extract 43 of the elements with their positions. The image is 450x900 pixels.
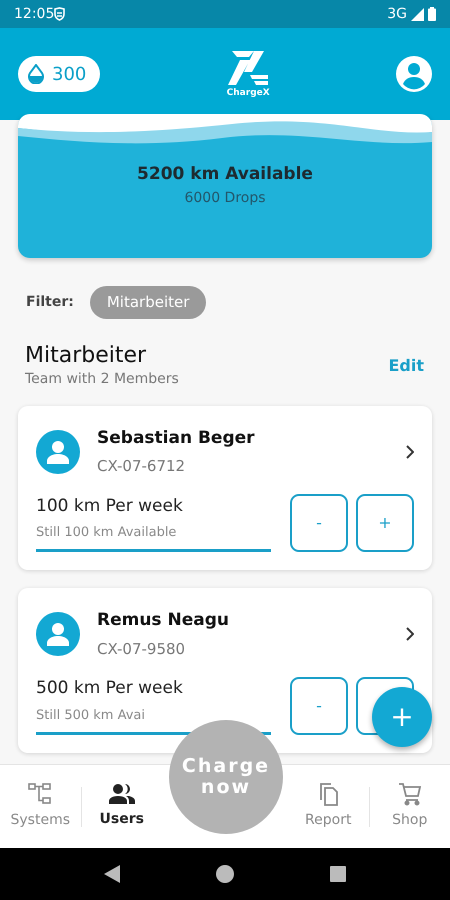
back-icon[interactable] <box>104 865 120 883</box>
profile-icon[interactable] <box>396 56 432 92</box>
drops-total: 6000 Drops <box>183 188 267 208</box>
decrease-button[interactable]: - <box>290 676 348 735</box>
person-icon <box>47 622 69 646</box>
logo-icon <box>228 50 268 84</box>
member-name: Remus Neagu <box>97 609 230 632</box>
increase-button[interactable]: + <box>356 494 414 552</box>
edit-link[interactable]: Edit <box>388 354 424 378</box>
member-id: CX-07-6712 <box>97 456 186 478</box>
chevron-right-icon[interactable] <box>406 627 414 642</box>
filter-label: Filter: <box>26 292 74 312</box>
person-icon <box>47 440 69 464</box>
drop-icon <box>28 64 44 84</box>
shield-icon <box>54 7 66 21</box>
home-icon[interactable] <box>216 865 234 883</box>
battery-icon <box>428 7 436 21</box>
nav-tab[interactable]: Shop <box>370 782 450 831</box>
filter-chip[interactable]: Mitarbeiter <box>90 286 206 318</box>
chevron-right-icon[interactable] <box>406 444 414 459</box>
cart-icon <box>398 782 422 806</box>
status-time: 12:05 <box>14 4 54 24</box>
member-name: Sebastian Beger <box>97 426 256 450</box>
available-distance: 5200 km Available <box>136 163 314 186</box>
member-card[interactable]: Sebastian Beger CX-07-6712 100 km Per week Still 100 km Available - + <box>18 406 432 570</box>
network-type: 3G <box>387 4 407 24</box>
remaining-text: Still 500 km Avai <box>36 706 145 725</box>
decrease-button[interactable]: - <box>290 494 348 552</box>
signal-icon <box>411 8 424 20</box>
documents-icon <box>317 782 340 806</box>
remaining-text: Still 100 km Available <box>36 524 176 542</box>
users-icon <box>108 783 135 805</box>
nav-tab[interactable]: Users <box>82 783 162 830</box>
member-id: CX-07-9580 <box>97 638 186 660</box>
team-title: Mitarbeiter <box>25 342 148 369</box>
logo-text: ChargeX <box>226 88 270 98</box>
nav-tab[interactable]: Report <box>288 782 368 831</box>
weekly-allowance: 500 km Per week <box>36 677 184 700</box>
team-subtitle: Team with 2 Members <box>25 370 179 389</box>
network-icon <box>28 782 52 806</box>
nav-tab[interactable]: Systems <box>0 782 80 831</box>
weekly-allowance: 100 km Per week <box>36 494 184 518</box>
drops-count: 300 <box>52 62 86 86</box>
